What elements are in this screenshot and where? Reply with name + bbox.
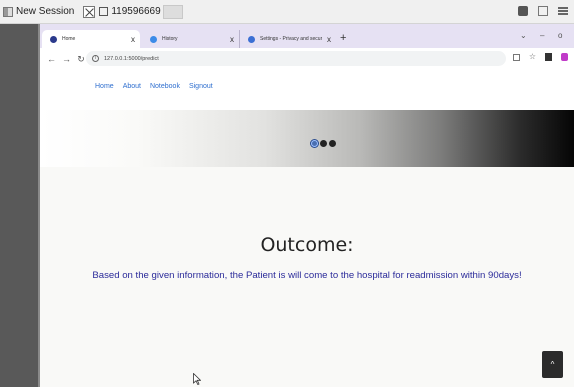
nav-link-notebook[interactable]: Notebook [150, 83, 180, 90]
carousel-dot-1[interactable] [311, 140, 318, 147]
left-rail [0, 24, 40, 387]
window-icon [99, 7, 109, 16]
site-navbar: Home About Notebook Signout [40, 70, 574, 110]
address-toolbar: ☆ [512, 53, 568, 61]
page-content: Home About Notebook Signout Outcome: Bas… [40, 70, 574, 387]
session-label[interactable]: New Session [16, 6, 74, 17]
new-tab-button[interactable]: + [340, 33, 346, 44]
reload-icon[interactable]: ↻ [77, 54, 85, 65]
scroll-to-top-button[interactable]: ^ [542, 351, 563, 378]
outcome-heading: Outcome: [260, 234, 354, 256]
session-logo-icon [3, 6, 13, 17]
tab-title: Home [62, 36, 76, 42]
forward-arrow-icon[interactable]: → [62, 54, 71, 64]
session-toolbar [518, 6, 568, 16]
carousel-dot-3[interactable] [329, 140, 336, 147]
maximize-button[interactable]: o [558, 31, 562, 40]
puzzle-icon[interactable] [518, 6, 528, 16]
profile-icon[interactable] [561, 53, 568, 61]
tab-title: Settings - Privacy and security [260, 36, 322, 42]
session-id[interactable]: 119596669 [111, 6, 160, 17]
tab-strip: Home x History x Settings - Privacy and … [40, 24, 574, 48]
carousel-indicators [311, 140, 336, 147]
info-icon[interactable]: i [92, 55, 99, 62]
extension-icon[interactable] [545, 53, 552, 61]
document-icon[interactable] [538, 6, 548, 16]
session-bar: New Session 119596669 [0, 0, 574, 24]
chevron-up-icon: ^ [550, 359, 555, 369]
tab-title: History [162, 36, 178, 42]
home-favicon-icon [50, 35, 57, 43]
close-icon[interactable]: x [126, 35, 140, 44]
address-row: ← → ↻ i 127.0.0.1:5000/predict ☆ [40, 48, 574, 70]
close-icon[interactable]: x [322, 35, 336, 44]
nav-link-home[interactable]: Home [95, 83, 114, 90]
share-icon[interactable] [512, 53, 520, 61]
settings-favicon-icon [248, 35, 255, 43]
address-bar[interactable]: i 127.0.0.1:5000/predict [86, 51, 506, 66]
hero-banner [40, 110, 574, 167]
close-icon[interactable]: x [225, 35, 239, 44]
nav-link-about[interactable]: About [123, 83, 141, 90]
url-text[interactable]: 127.0.0.1:5000/predict [104, 56, 159, 62]
session-add-button[interactable] [162, 4, 183, 19]
history-favicon-icon [150, 35, 157, 43]
carousel-dot-2[interactable] [320, 140, 327, 147]
tab-history[interactable]: History x [142, 30, 239, 48]
mouse-cursor-icon [193, 372, 202, 387]
tab-settings[interactable]: Settings - Privacy and security x [239, 30, 336, 48]
tab-home[interactable]: Home x [42, 30, 140, 48]
back-arrow-icon[interactable]: ← [47, 54, 56, 64]
menu-icon[interactable] [558, 7, 568, 15]
browser-chrome: Home x History x Settings - Privacy and … [40, 24, 574, 70]
nav-link-signout[interactable]: Signout [189, 83, 213, 90]
star-icon[interactable]: ☆ [529, 53, 536, 61]
chevron-down-icon[interactable]: ⌄ [520, 31, 527, 40]
session-close-icon[interactable] [83, 5, 96, 18]
prediction-result: Based on the given information, the Pati… [92, 270, 522, 281]
minimize-button[interactable]: – [540, 31, 544, 40]
nav-links: Home About Notebook Signout [95, 83, 213, 90]
